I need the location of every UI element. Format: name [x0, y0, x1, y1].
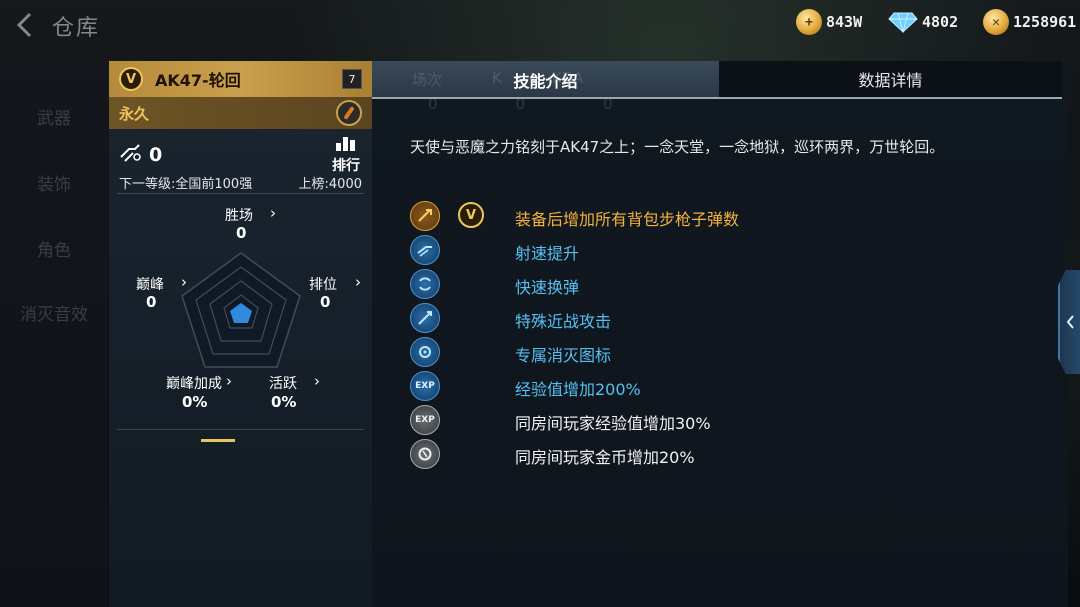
- skill-row: 特殊近战攻击: [410, 301, 810, 335]
- skill-row: 同房间玩家金币增加20%: [410, 437, 810, 471]
- chevron-right-icon[interactable]: ›: [181, 273, 187, 291]
- stat-active-value: 0%: [271, 393, 297, 411]
- ghost-stat-headers: 场次 K KDA: [412, 69, 583, 90]
- kill-mark-icon: [410, 337, 440, 367]
- chevron-left-icon: [1066, 315, 1074, 329]
- weapon-name: AK47-轮回: [155, 71, 241, 90]
- stat-peak-bonus-value: 0%: [182, 393, 208, 411]
- divider: [117, 193, 364, 194]
- diamond-icon: [888, 10, 918, 34]
- skill-label: 特殊近战攻击: [515, 312, 612, 331]
- medal-amount: 1258961: [1013, 13, 1077, 31]
- skill-label: 同房间玩家经验值增加30%: [515, 414, 711, 433]
- skill-row: 快速换弹: [410, 267, 810, 301]
- skill-row: V 装备后增加所有背包步枪子弹数: [410, 199, 810, 233]
- ghost-header: K: [492, 69, 502, 87]
- chevron-right-icon[interactable]: ›: [270, 204, 276, 222]
- skill-label: 装备后增加所有背包步枪子弹数: [515, 210, 740, 229]
- sidebar-item-weapons[interactable]: 武器: [0, 104, 108, 129]
- content-panel: 技能介绍 场次 K KDA 0 0 0 数据详情 天使与恶魔之力铭刻于AK47之…: [372, 61, 1068, 607]
- diamond-amount: 4802: [922, 13, 959, 31]
- side-drawer-handle[interactable]: [1058, 270, 1080, 374]
- stat-rank-value: 0: [320, 293, 331, 311]
- skill-label: 专属消灭图标: [515, 346, 612, 365]
- reload-icon: [410, 269, 440, 299]
- ranking-score: 上榜:4000: [298, 177, 362, 192]
- stat-wins-value: 0: [236, 224, 247, 242]
- stat-wins-label[interactable]: 胜场: [225, 205, 253, 225]
- kill-count: 0: [149, 144, 163, 166]
- weapon-card-header: V AK47-轮回 7: [109, 61, 372, 97]
- exp-icon: EXP: [410, 371, 440, 401]
- weapon-level-badge: 7: [342, 69, 362, 89]
- page-indicator[interactable]: [201, 439, 235, 442]
- sidebar-item-characters[interactable]: 角色: [0, 236, 108, 261]
- chevron-right-icon[interactable]: ›: [226, 372, 232, 390]
- next-level-text: 下一等级:全国前100强: [119, 177, 253, 192]
- stat-peak-label[interactable]: 巅峰: [136, 274, 164, 294]
- weapon-duration-bar: 永久: [109, 97, 372, 129]
- divider: [117, 429, 364, 430]
- tab-underline: [372, 97, 719, 99]
- grade-v-icon: V: [458, 202, 484, 228]
- medal-icon: ✕: [983, 9, 1009, 35]
- grade-v-icon: V: [119, 67, 143, 91]
- leaderboard-button[interactable]: 排行: [330, 135, 362, 175]
- stat-rank-label[interactable]: 排位: [309, 274, 337, 294]
- room-coin-icon: [410, 439, 440, 469]
- back-arrow-icon[interactable]: [10, 8, 40, 42]
- rifle-ammo-icon: [410, 201, 440, 231]
- skill-label: 射速提升: [515, 244, 580, 263]
- melee-icon: [410, 303, 440, 333]
- chevron-right-icon[interactable]: ›: [355, 273, 361, 291]
- gold-amount: 843W: [826, 13, 863, 31]
- skill-row: EXP 同房间玩家经验值增加30%: [410, 403, 810, 437]
- skill-label: 同房间玩家金币增加20%: [515, 448, 695, 467]
- gold-currency[interactable]: + 843W: [796, 8, 862, 36]
- stat-peak-value: 0: [146, 293, 157, 311]
- stat-active-label[interactable]: 活跃: [269, 373, 297, 393]
- kills-row: 0: [119, 143, 162, 167]
- skill-label: 经验值增加200%: [515, 380, 641, 399]
- chevron-right-icon[interactable]: ›: [314, 372, 320, 390]
- tab-bar: 技能介绍 场次 K KDA 0 0 0 数据详情: [372, 61, 1062, 113]
- skill-row: 专属消灭图标: [410, 335, 810, 369]
- weapon-description: 天使与恶魔之力铭刻于AK47之上；一念天堂，一念地狱，巡环两界，万世轮回。: [410, 138, 945, 156]
- kill-count-icon: [119, 143, 143, 167]
- page-title: 仓库: [52, 16, 101, 41]
- leaderboard-icon: [336, 137, 355, 151]
- stats-radar-chart: [181, 252, 301, 368]
- weapon-card: V AK47-轮回 7 永久 0 排行 下一等级:全国前100强 上榜:4000…: [109, 61, 372, 607]
- skill-row: 射速提升: [410, 233, 810, 267]
- tab-data-details[interactable]: 数据详情: [719, 61, 1062, 99]
- ghost-header: KDA: [551, 69, 584, 87]
- skill-label: 快速换弹: [515, 278, 580, 297]
- sidebar-item-decorations[interactable]: 装饰: [0, 170, 108, 195]
- fire-rate-icon: [410, 235, 440, 265]
- medal-currency[interactable]: ✕ 1258961: [983, 8, 1076, 36]
- category-sidebar: 武器 装饰 角色 消灭音效: [0, 60, 108, 607]
- skill-row: EXP 经验值增加200%: [410, 369, 810, 403]
- gold-coin-icon: +: [796, 9, 822, 35]
- diamond-currency[interactable]: 4802: [888, 8, 958, 36]
- weapon-duration: 永久: [119, 104, 150, 123]
- ghost-header: 场次: [412, 71, 443, 89]
- leaderboard-label: 排行: [332, 158, 360, 174]
- stat-peak-bonus-label[interactable]: 巅峰加成: [166, 373, 222, 393]
- bullet-icon: [336, 100, 362, 126]
- room-exp-icon: EXP: [410, 405, 440, 435]
- sidebar-item-kill-sounds[interactable]: 消灭音效: [0, 300, 108, 325]
